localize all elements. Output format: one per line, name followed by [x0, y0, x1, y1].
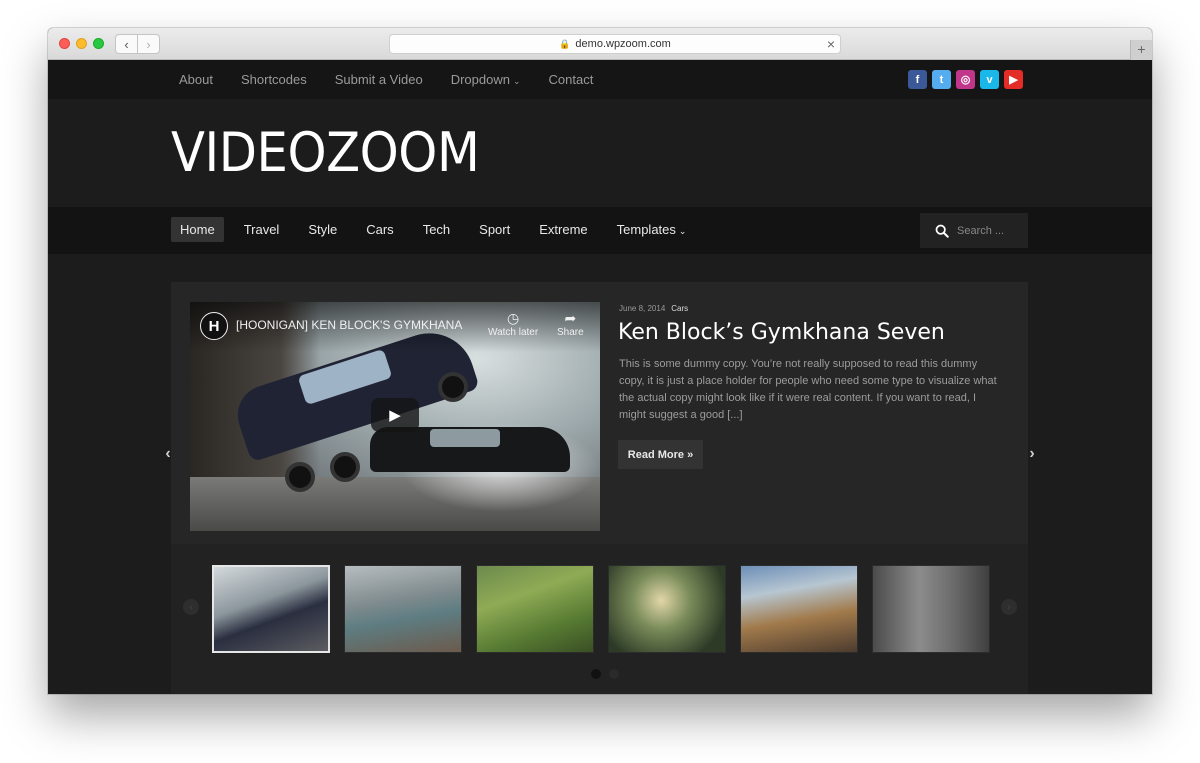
carousel-pagination	[591, 669, 627, 679]
post-date: June 8, 2014	[619, 304, 666, 313]
search-box	[920, 213, 1028, 248]
thumbnail[interactable]	[740, 565, 858, 653]
stop-loading-icon[interactable]: ×	[827, 36, 835, 52]
search-icon[interactable]	[935, 224, 949, 238]
youtube-icon[interactable]: ▶	[1004, 70, 1023, 89]
nav-item-sport[interactable]: Sport	[470, 217, 519, 242]
share-icon: ➦	[564, 310, 577, 326]
new-tab-button[interactable]: +	[1130, 40, 1152, 60]
web-page: About Shortcodes Submit a Video Dropdown…	[48, 60, 1152, 694]
topnav-dropdown-label: Dropdown	[450, 72, 510, 87]
thumbnail[interactable]	[344, 565, 462, 653]
chevron-down-icon: ⌄	[512, 76, 521, 86]
instagram-icon[interactable]: ◎	[956, 70, 975, 89]
carousel-next-icon[interactable]: ›	[1001, 599, 1017, 615]
read-more-button[interactable]: Read More »	[618, 440, 703, 469]
minimize-window-button[interactable]	[76, 38, 87, 49]
thumbnail[interactable]	[608, 565, 726, 653]
nav-item-style[interactable]: Style	[299, 217, 346, 242]
thumbnail[interactable]	[212, 565, 330, 653]
nav-item-templates[interactable]: Templates ⌄	[608, 217, 696, 242]
video-title[interactable]: [HOONIGAN] KEN BLOCK'S GYMKHANA	[236, 318, 462, 332]
pagination-dot[interactable]	[609, 669, 619, 679]
nav-item-extreme[interactable]: Extreme	[530, 217, 596, 242]
thumbnail[interactable]	[476, 565, 594, 653]
nav-item-templates-label: Templates	[616, 222, 676, 237]
clock-icon: ◷	[506, 310, 520, 326]
site-header: VIDEOZOOM	[48, 99, 1152, 207]
social-icons: f t ◎ v ▶	[908, 70, 1028, 89]
post-excerpt: This is some dummy copy. You’re not real…	[619, 358, 997, 421]
address-bar[interactable]: 🔒 demo.wpzoom.com ×	[389, 34, 841, 54]
facebook-icon[interactable]: f	[908, 70, 927, 89]
topnav-submit-video[interactable]: Submit a Video	[335, 72, 423, 87]
topnav-dropdown[interactable]: Dropdown ⌄	[451, 72, 521, 87]
play-icon[interactable]: ▶	[371, 398, 419, 432]
pagination-dot[interactable]	[591, 669, 601, 679]
watch-later-label: Watch later	[488, 327, 539, 338]
back-button[interactable]: ‹	[116, 35, 137, 53]
browser-toolbar: ‹ › 🔒 demo.wpzoom.com × +	[48, 28, 1152, 60]
history-buttons: ‹ ›	[115, 34, 160, 54]
carousel-prev-icon[interactable]: ‹	[183, 599, 199, 615]
nav-item-cars[interactable]: Cars	[357, 217, 402, 242]
post-category[interactable]: Cars	[671, 304, 688, 313]
url-text: demo.wpzoom.com	[575, 38, 671, 50]
top-bar: About Shortcodes Submit a Video Dropdown…	[48, 60, 1152, 99]
channel-logo[interactable]: H	[200, 312, 228, 340]
featured-slider: H [HOONIGAN] KEN BLOCK'S GYMKHANA ◷ Watc…	[171, 282, 1028, 694]
thumbnail[interactable]	[872, 565, 990, 653]
lock-icon: 🔒	[559, 38, 571, 49]
topnav-shortcodes[interactable]: Shortcodes	[241, 72, 307, 87]
watch-later-button[interactable]: ◷ Watch later	[488, 310, 538, 338]
post-meta: June 8, 2014 Cars	[619, 304, 688, 313]
share-label: Share	[557, 327, 584, 338]
nav-item-tech[interactable]: Tech	[414, 217, 459, 242]
nav-item-home[interactable]: Home	[171, 217, 224, 242]
site-logo[interactable]: VIDEOZOOM	[171, 121, 480, 184]
topnav-about[interactable]: About	[179, 72, 213, 87]
search-input[interactable]	[957, 224, 1017, 237]
featured-post: H [HOONIGAN] KEN BLOCK'S GYMKHANA ◷ Watc…	[171, 282, 1028, 544]
maximize-window-button[interactable]	[93, 38, 104, 49]
video-player[interactable]: H [HOONIGAN] KEN BLOCK'S GYMKHANA ◷ Watc…	[190, 302, 600, 531]
top-navigation: About Shortcodes Submit a Video Dropdown…	[179, 60, 621, 99]
thumbnail-list	[212, 565, 1004, 653]
close-window-button[interactable]	[59, 38, 70, 49]
forward-button[interactable]: ›	[137, 35, 159, 53]
browser-window: ‹ › 🔒 demo.wpzoom.com × + About Shortcod…	[48, 28, 1152, 694]
main-navigation: Home Travel Style Cars Tech Sport Extrem…	[48, 207, 1152, 254]
chevron-down-icon: ⌄	[678, 226, 687, 236]
nav-item-travel[interactable]: Travel	[235, 217, 289, 242]
topnav-contact[interactable]: Contact	[549, 72, 594, 87]
share-button[interactable]: ➦ Share	[557, 310, 584, 338]
thumbnail-carousel: ‹ ›	[171, 544, 1028, 694]
twitter-icon[interactable]: t	[932, 70, 951, 89]
vimeo-icon[interactable]: v	[980, 70, 999, 89]
post-title[interactable]: Ken Block’s Gymkhana Seven	[618, 320, 945, 345]
